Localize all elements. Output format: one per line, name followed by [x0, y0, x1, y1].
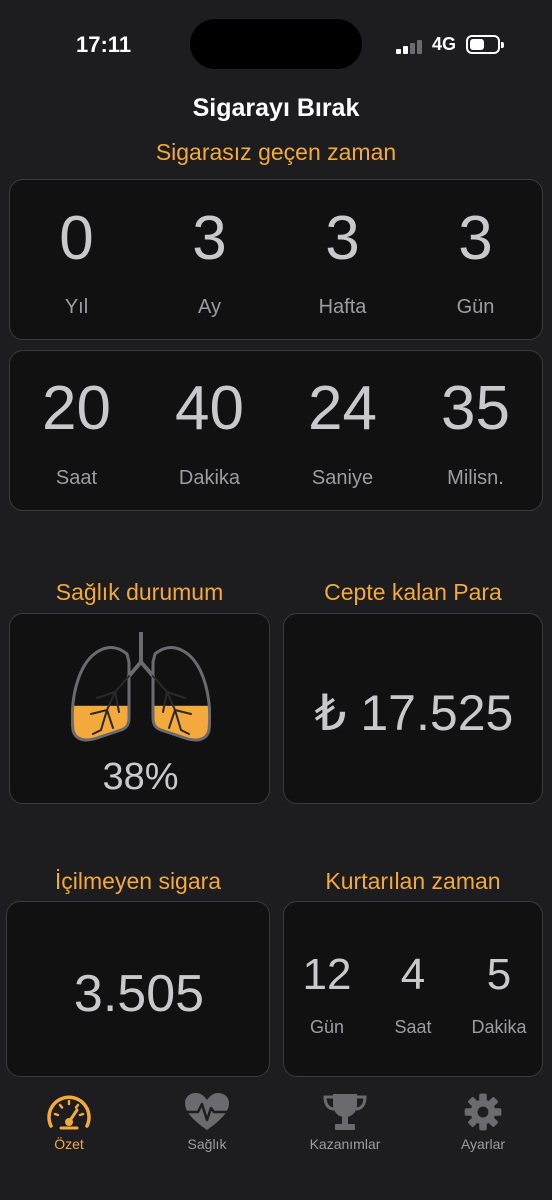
saved-time-card[interactable]: 12 Gün 4 Saat 5 Dakika — [283, 901, 543, 1077]
days-label: Gün — [456, 296, 495, 318]
smoke-free-title: Sigarasız geçen zaman — [155, 139, 397, 165]
network-type: 4G — [432, 34, 457, 54]
tab-saglik-label: Sağlık — [187, 1136, 227, 1152]
seconds-value: 24 — [308, 374, 377, 443]
saved-hours-value: 4 — [400, 950, 426, 999]
weeks-value: 3 — [325, 204, 360, 273]
hours-value: 20 — [42, 374, 111, 443]
years-value: 0 — [59, 204, 94, 273]
time-cell-years: 0 Yıl — [10, 180, 143, 339]
minutes-label: Dakika — [178, 467, 241, 489]
saved-days-label: Gün — [309, 1017, 345, 1037]
years-label: Yıl — [64, 296, 89, 318]
cigarettes-title: İçilmeyen sigara — [54, 868, 222, 894]
cigarettes-card[interactable]: 3.505 — [6, 901, 270, 1077]
saved-hours-label: Saat — [394, 1017, 432, 1037]
time-cell-minutes: 40 Dakika — [143, 351, 276, 510]
tab-ayarlar-label: Ayarlar — [460, 1136, 506, 1152]
tab-kazanimlar[interactable]: Kazanımlar — [276, 1092, 414, 1152]
tab-kazanimlar-label: Kazanımlar — [309, 1136, 381, 1152]
time-cell-weeks: 3 Hafta — [276, 180, 409, 339]
cigarettes-value: 3.505 — [73, 965, 205, 1023]
months-label: Ay — [198, 296, 221, 318]
tab-bar: Özet Sağlık Kazanımlar Ayarlar — [0, 1084, 552, 1200]
saved-days-value: 12 — [302, 950, 352, 999]
seconds-label: Saniye — [311, 467, 374, 489]
status-time: 17:11 — [76, 32, 132, 57]
days-value: 3 — [458, 204, 493, 273]
health-card[interactable]: 38% — [9, 613, 270, 804]
saved-minutes: 5 Dakika — [456, 902, 542, 1076]
smoke-free-card-date: 0 Yıl 3 Ay 3 Hafta 3 Gün — [9, 179, 543, 340]
speedometer-icon — [47, 1095, 91, 1130]
weeks-label: Hafta — [318, 296, 367, 318]
money-title: Cepte kalan Para — [324, 579, 502, 605]
minutes-value: 40 — [175, 374, 244, 443]
money-card[interactable]: ₺ 17.525 — [283, 613, 543, 804]
battery-icon — [466, 35, 504, 54]
tab-ozet-label: Özet — [54, 1136, 84, 1152]
tab-ozet[interactable]: Özet — [0, 1092, 138, 1152]
time-cell-months: 3 Ay — [143, 180, 276, 339]
smoke-free-card-time: 20 Saat 40 Dakika 24 Saniye 35 Milisn. — [9, 350, 543, 511]
milliseconds-label: Milisn. — [447, 467, 504, 489]
health-title: Sağlık durumum — [55, 579, 224, 605]
time-cell-hours: 20 Saat — [10, 351, 143, 510]
signal-icon — [396, 38, 424, 54]
heart-pulse-icon — [185, 1093, 229, 1130]
trophy-icon — [323, 1094, 367, 1130]
saved-time-title: Kurtarılan zaman — [325, 868, 501, 894]
status-bar: 17:11 4G — [0, 0, 552, 90]
tab-ayarlar[interactable]: Ayarlar — [414, 1092, 552, 1152]
saved-hours: 4 Saat — [370, 902, 456, 1076]
health-percent: 38% — [102, 756, 179, 798]
time-cell-days: 3 Gün — [409, 180, 542, 339]
months-value: 3 — [192, 204, 227, 273]
app-title: Sigarayı Bırak — [192, 94, 360, 122]
saved-minutes-value: 5 — [486, 950, 512, 999]
gear-icon — [464, 1093, 502, 1131]
lungs-icon — [71, 632, 211, 742]
time-cell-milliseconds: 35 Milisn. — [409, 351, 542, 510]
saved-days: 12 Gün — [284, 902, 370, 1076]
time-cell-seconds: 24 Saniye — [276, 351, 409, 510]
dynamic-island — [190, 19, 362, 69]
money-value: ₺ 17.525 — [314, 685, 514, 741]
milliseconds-value: 35 — [441, 374, 510, 443]
tab-saglik[interactable]: Sağlık — [138, 1092, 276, 1152]
saved-minutes-label: Dakika — [471, 1017, 527, 1037]
hours-label: Saat — [55, 467, 98, 489]
